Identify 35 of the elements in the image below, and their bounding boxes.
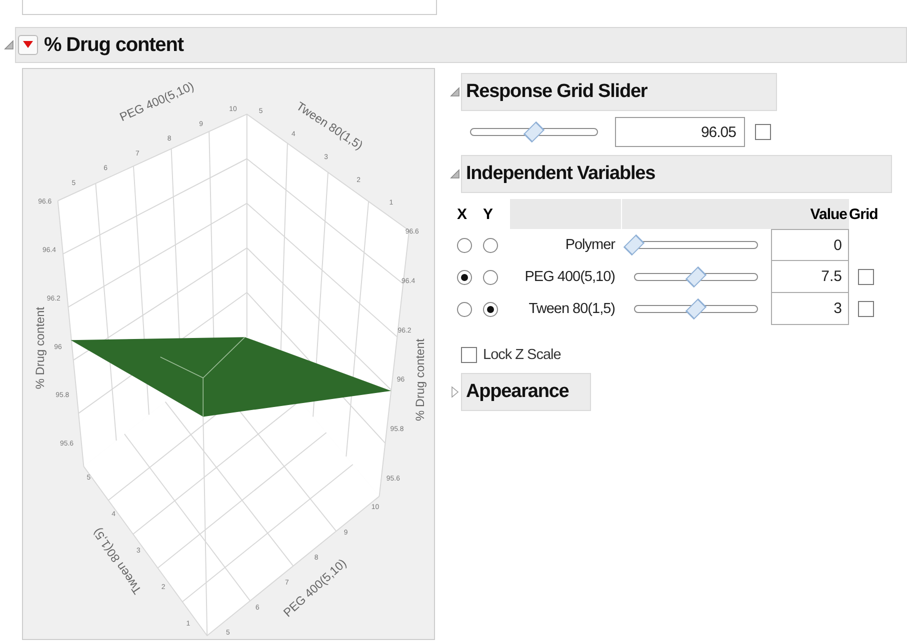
radio-button[interactable] [457,270,472,284]
axis-title: % Drug content [32,306,47,390]
radio-button[interactable] [457,302,472,316]
value-field[interactable]: 7.5 [771,261,849,293]
column-header: Y [483,204,494,224]
checkbox[interactable] [858,301,874,317]
column-header: Grid [849,204,879,224]
section-title: Appearance [466,381,569,403]
section-header[interactable]: Appearance [461,373,591,411]
variable-name: Tween 80(1,5) [528,301,616,317]
expanded-triangle-icon[interactable] [449,168,461,180]
value-field[interactable]: 0 [771,229,849,261]
caret-icon [23,41,33,49]
section-title: Response Grid Slider [466,81,648,103]
menu-button[interactable] [18,35,38,55]
radio-button[interactable] [457,238,472,252]
variable-name: Polymer [565,237,616,253]
expanded-triangle-icon[interactable] [449,86,461,98]
radio-button[interactable] [483,270,498,284]
radio-button[interactable] [483,238,498,252]
axis-title: % Drug content [413,338,428,422]
collapsed-triangle-icon[interactable] [449,386,461,398]
column-header: Value [771,199,849,229]
column-header: X [457,204,468,224]
expanded-triangle-icon[interactable] [3,39,15,51]
checkbox[interactable] [461,347,477,363]
checkbox[interactable] [858,269,874,285]
section-title: % Drug content [44,34,184,56]
checkbox-label: Lock Z Scale [483,347,561,363]
value-field[interactable]: 96.05 [615,117,745,147]
value-field[interactable]: 3 [771,293,849,325]
variable-name: PEG 400(5,10) [524,269,616,285]
radio-button[interactable] [483,302,498,316]
checkbox[interactable] [755,124,771,140]
section-title: Independent Variables [466,163,656,185]
